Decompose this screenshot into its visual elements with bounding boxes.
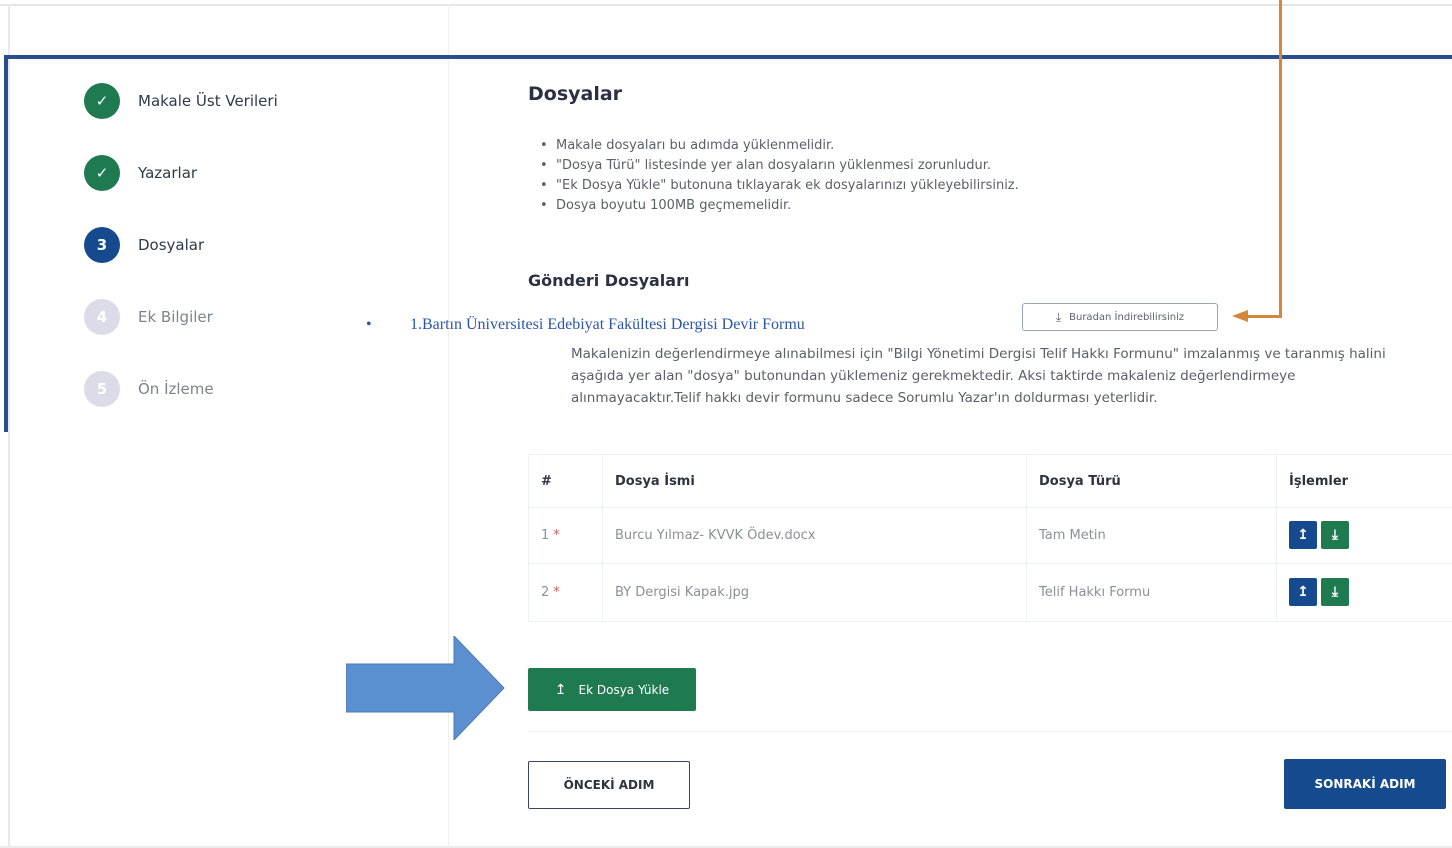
step-dosyalar[interactable]: 3 Dosyalar [84, 227, 204, 263]
download-icon[interactable]: ⤓ [1321, 521, 1349, 549]
step-label: Ek Bilgiler [138, 308, 213, 326]
instruction-item: Makale dosyaları bu adımda yüklenmelidir… [538, 136, 1019, 156]
column-header: Dosya İsmi [602, 455, 1026, 507]
upload-icon[interactable]: ↥ [1289, 578, 1317, 606]
divider [528, 731, 1452, 732]
extra-file-upload-label: Ek Dosya Yükle [578, 682, 670, 697]
instruction-list: Makale dosyaları bu adımda yüklenmelidir… [538, 136, 1019, 216]
instruction-item: "Dosya Türü" listesinde yer alan dosyala… [538, 156, 1019, 176]
step-makale-ust-verileri[interactable]: ✓ Makale Üst Verileri [84, 83, 278, 119]
check-icon: ✓ [84, 155, 120, 191]
row-number: 2 * [528, 563, 602, 621]
step-label: Yazarlar [138, 164, 198, 182]
annotation-bullet: • [366, 316, 372, 333]
column-header: # [528, 455, 602, 507]
files-table: # Dosya İsmi Dosya Türü İşlemler 1 * Burc… [528, 454, 1452, 622]
next-step-button[interactable]: SONRAKİ ADIM [1284, 759, 1446, 809]
extra-file-upload-button[interactable]: ↥ Ek Dosya Yükle [528, 668, 696, 711]
page-title: Dosyalar [528, 83, 623, 105]
upload-icon: ↥ [554, 681, 567, 698]
frame-left-border [8, 4, 10, 848]
table-row: 2 * BY Dergisi Kapak.jpg Telif Hakkı Form… [528, 563, 1452, 622]
required-marker: * [553, 527, 560, 543]
check-icon: ✓ [84, 83, 120, 119]
table-header-row: # Dosya İsmi Dosya Türü İşlemler [528, 455, 1452, 508]
section-title: Gönderi Dosyaları [528, 271, 690, 290]
file-type: Tam Metin [1026, 507, 1276, 563]
step-on-izleme[interactable]: 5 Ön İzleme [84, 371, 214, 407]
annotation-orange-arrow-head [1232, 310, 1248, 322]
step-number-badge: 3 [84, 227, 120, 263]
download-icon: ⤓ [1055, 309, 1062, 324]
annotation-orange-arrow-bend [1248, 315, 1282, 318]
file-type: Telif Hakkı Formu [1026, 563, 1276, 621]
step-number-badge: 5 [84, 371, 120, 407]
previous-step-button[interactable]: ÖNCEKİ ADIM [528, 761, 690, 809]
file-name: Burcu Yılmaz- KVVK Ödev.docx [602, 507, 1026, 563]
row-number-value: 1 [541, 527, 550, 543]
annotation-form-text: 1.Bartın Üniversitesi Edebiyat Fakültesi… [410, 316, 805, 333]
annotation-arrow-icon [346, 636, 505, 740]
row-actions: ↥ ⤓ [1276, 507, 1452, 563]
step-label: Ön İzleme [138, 380, 214, 398]
step-label: Makale Üst Verileri [138, 92, 278, 110]
annotation-orange-arrow-shaft [1279, 0, 1282, 318]
column-header: Dosya Türü [1026, 455, 1276, 507]
copyright-notice: Makalenizin değerlendirmeye alınabilmesi… [571, 346, 1386, 406]
column-header: İşlemler [1276, 455, 1452, 507]
step-label: Dosyalar [138, 236, 205, 254]
download-form-button[interactable]: ⤓ Buradan İndirebilirsiniz [1022, 303, 1218, 331]
required-marker: * [553, 584, 560, 600]
file-name: BY Dergisi Kapak.jpg [602, 563, 1026, 621]
row-number: 1 * [528, 507, 602, 563]
table-row: 1 * Burcu Yılmaz- KVVK Ödev.docx Tam Meti… [528, 507, 1452, 564]
step-yazarlar[interactable]: ✓ Yazarlar [84, 155, 197, 191]
step-ek-bilgiler[interactable]: 4 Ek Bilgiler [84, 299, 213, 335]
download-form-label: Buradan İndirebilirsiniz [1069, 311, 1185, 323]
row-number-value: 2 [541, 584, 550, 600]
instruction-item: "Ek Dosya Yükle" butonuna tıklayarak ek … [538, 176, 1019, 196]
download-icon[interactable]: ⤓ [1321, 578, 1349, 606]
step-number-badge: 4 [84, 299, 120, 335]
upload-icon[interactable]: ↥ [1289, 521, 1317, 549]
frame-top-border [0, 4, 1452, 6]
annotation-blue-line-left [4, 55, 8, 432]
annotation-blue-line-top [4, 55, 1452, 59]
instruction-item: Dosya boyutu 100MB geçmemelidir. [538, 196, 1019, 216]
row-actions: ↥ ⤓ [1276, 563, 1452, 621]
